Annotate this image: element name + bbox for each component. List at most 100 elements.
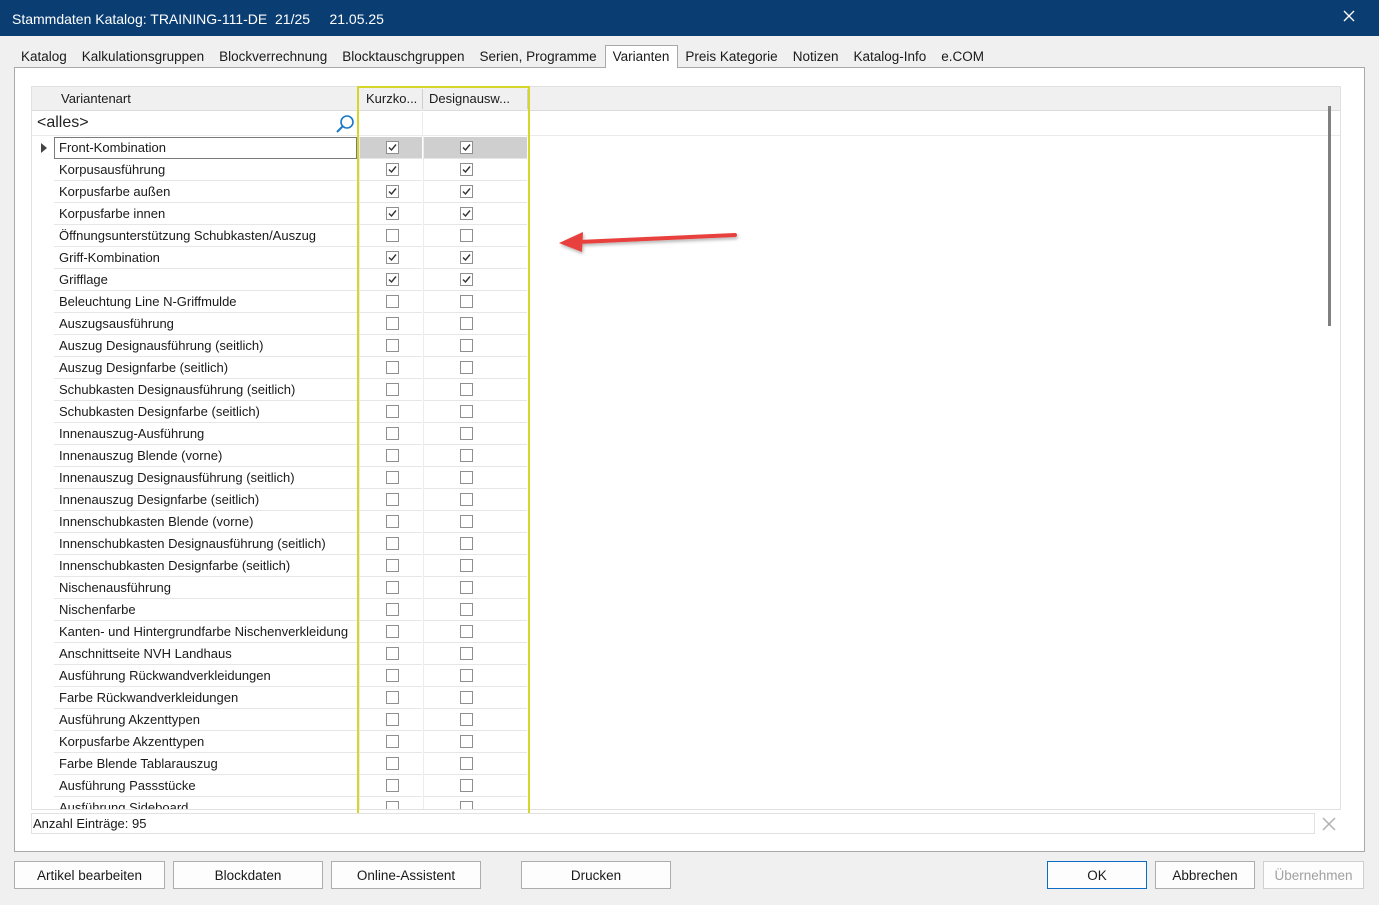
design-checkbox[interactable]	[460, 603, 473, 616]
row-label[interactable]: Farbe Blende Tablarauszug	[54, 753, 357, 775]
row-label[interactable]: Auszug Designfarbe (seitlich)	[54, 357, 357, 379]
design-checkbox[interactable]	[460, 361, 473, 374]
row-label[interactable]: Korpusfarbe außen	[54, 181, 357, 203]
row-label[interactable]: Anschnittseite NVH Landhaus	[54, 643, 357, 665]
design-checkbox[interactable]	[460, 801, 473, 809]
table-row[interactable]: Innenauszug Designausführung (seitlich)	[32, 467, 1322, 489]
cancel-button[interactable]: Abbrechen	[1155, 861, 1255, 889]
table-row[interactable]: Nischenausführung	[32, 577, 1322, 599]
table-row[interactable]: Farbe Rückwandverkleidungen	[32, 687, 1322, 709]
short-checkbox[interactable]	[386, 581, 399, 594]
short-checkbox[interactable]	[386, 647, 399, 660]
design-checkbox[interactable]	[460, 383, 473, 396]
design-checkbox[interactable]	[460, 493, 473, 506]
row-label[interactable]: Grifflage	[54, 269, 357, 291]
design-checkbox[interactable]	[460, 449, 473, 462]
row-label[interactable]: Ausführung Passstücke	[54, 775, 357, 797]
filter-input[interactable]: <alles>	[37, 114, 89, 132]
tab-notizen[interactable]: Notizen	[786, 46, 847, 68]
row-label[interactable]: Ausführung Akzenttypen	[54, 709, 357, 731]
table-row[interactable]: Nischenfarbe	[32, 599, 1322, 621]
short-checkbox[interactable]	[386, 801, 399, 809]
row-label[interactable]: Innenschubkasten Designfarbe (seitlich)	[54, 555, 357, 577]
short-checkbox[interactable]	[386, 339, 399, 352]
vertical-scrollbar[interactable]	[1321, 100, 1337, 810]
table-row[interactable]: Auszug Designfarbe (seitlich)	[32, 357, 1322, 379]
column-header-design[interactable]: Designausw...	[429, 87, 521, 111]
row-label[interactable]: Innenauszug-Ausführung	[54, 423, 357, 445]
row-label[interactable]: Farbe Rückwandverkleidungen	[54, 687, 357, 709]
row-label[interactable]: Innenauszug Designausführung (seitlich)	[54, 467, 357, 489]
design-checkbox[interactable]	[460, 669, 473, 682]
table-row[interactable]: Korpusausführung	[32, 159, 1322, 181]
design-checkbox[interactable]	[460, 163, 473, 176]
design-checkbox[interactable]	[460, 559, 473, 572]
tab-varianten[interactable]: Varianten	[604, 45, 679, 68]
short-checkbox[interactable]	[386, 515, 399, 528]
column-header-short[interactable]: Kurzko...	[366, 87, 420, 111]
table-row[interactable]: Front-Kombination	[32, 137, 1322, 159]
design-checkbox[interactable]	[460, 273, 473, 286]
row-label[interactable]: Innenauszug Designfarbe (seitlich)	[54, 489, 357, 511]
table-row[interactable]: Beleuchtung Line N-Griffmulde	[32, 291, 1322, 313]
row-label[interactable]: Schubkasten Designfarbe (seitlich)	[54, 401, 357, 423]
short-checkbox[interactable]	[386, 163, 399, 176]
table-row[interactable]: Anschnittseite NVH Landhaus	[32, 643, 1322, 665]
short-checkbox[interactable]	[386, 383, 399, 396]
tab-blocktauschgruppen[interactable]: Blocktauschgruppen	[335, 46, 472, 68]
short-checkbox[interactable]	[386, 251, 399, 264]
search-button[interactable]	[335, 114, 355, 137]
short-checkbox[interactable]	[386, 669, 399, 682]
table-row[interactable]: Grifflage	[32, 269, 1322, 291]
short-checkbox[interactable]	[386, 427, 399, 440]
row-label[interactable]: Korpusausführung	[54, 159, 357, 181]
table-row[interactable]: Innenschubkasten Designfarbe (seitlich)	[32, 555, 1322, 577]
tab-katalog[interactable]: Katalog	[14, 46, 75, 68]
design-checkbox[interactable]	[460, 713, 473, 726]
clear-filter-button[interactable]	[1319, 813, 1339, 834]
design-checkbox[interactable]	[460, 207, 473, 220]
table-row[interactable]: Schubkasten Designfarbe (seitlich)	[32, 401, 1322, 423]
design-checkbox[interactable]	[460, 537, 473, 550]
design-checkbox[interactable]	[460, 779, 473, 792]
short-checkbox[interactable]	[386, 559, 399, 572]
column-header-variantenart[interactable]: Variantenart	[61, 87, 351, 111]
column-separator[interactable]	[357, 89, 358, 109]
design-checkbox[interactable]	[460, 647, 473, 660]
short-checkbox[interactable]	[386, 603, 399, 616]
row-label[interactable]: Front-Kombination	[54, 137, 357, 159]
table-row[interactable]: Auszug Designausführung (seitlich)	[32, 335, 1322, 357]
short-checkbox[interactable]	[386, 713, 399, 726]
apply-button[interactable]: Übernehmen	[1263, 861, 1364, 889]
edit-article-button[interactable]: Artikel bearbeiten	[14, 861, 165, 889]
table-row[interactable]: Kanten- und Hintergrundfarbe Nischenverk…	[32, 621, 1322, 643]
table-row[interactable]: Auszugsausführung	[32, 313, 1322, 335]
design-checkbox[interactable]	[460, 691, 473, 704]
block-data-button[interactable]: Blockdaten	[173, 861, 323, 889]
design-checkbox[interactable]	[460, 735, 473, 748]
row-label[interactable]: Korpusfarbe innen	[54, 203, 357, 225]
close-button[interactable]	[1337, 4, 1361, 28]
design-checkbox[interactable]	[460, 471, 473, 484]
ok-button[interactable]: OK	[1047, 861, 1147, 889]
short-checkbox[interactable]	[386, 405, 399, 418]
row-label[interactable]: Korpusfarbe Akzenttypen	[54, 731, 357, 753]
short-checkbox[interactable]	[386, 229, 399, 242]
table-row[interactable]: Schubkasten Designausführung (seitlich)	[32, 379, 1322, 401]
row-label[interactable]: Kanten- und Hintergrundfarbe Nischenverk…	[54, 621, 357, 643]
short-checkbox[interactable]	[386, 625, 399, 638]
tab-katalog-info[interactable]: Katalog-Info	[846, 46, 934, 68]
short-checkbox[interactable]	[386, 493, 399, 506]
table-row[interactable]: Ausführung Passstücke	[32, 775, 1322, 797]
table-row[interactable]: Ausführung Akzenttypen	[32, 709, 1322, 731]
row-label[interactable]: Innenschubkasten Designausführung (seitl…	[54, 533, 357, 555]
table-row[interactable]: Ausführung Sideboard	[32, 797, 1322, 809]
short-checkbox[interactable]	[386, 207, 399, 220]
design-checkbox[interactable]	[460, 515, 473, 528]
row-label[interactable]: Schubkasten Designausführung (seitlich)	[54, 379, 357, 401]
design-checkbox[interactable]	[460, 427, 473, 440]
short-checkbox[interactable]	[386, 537, 399, 550]
online-assistant-button[interactable]: Online-Assistent	[331, 861, 481, 889]
column-separator[interactable]	[527, 89, 528, 109]
table-row[interactable]: Innenschubkasten Blende (vorne)	[32, 511, 1322, 533]
